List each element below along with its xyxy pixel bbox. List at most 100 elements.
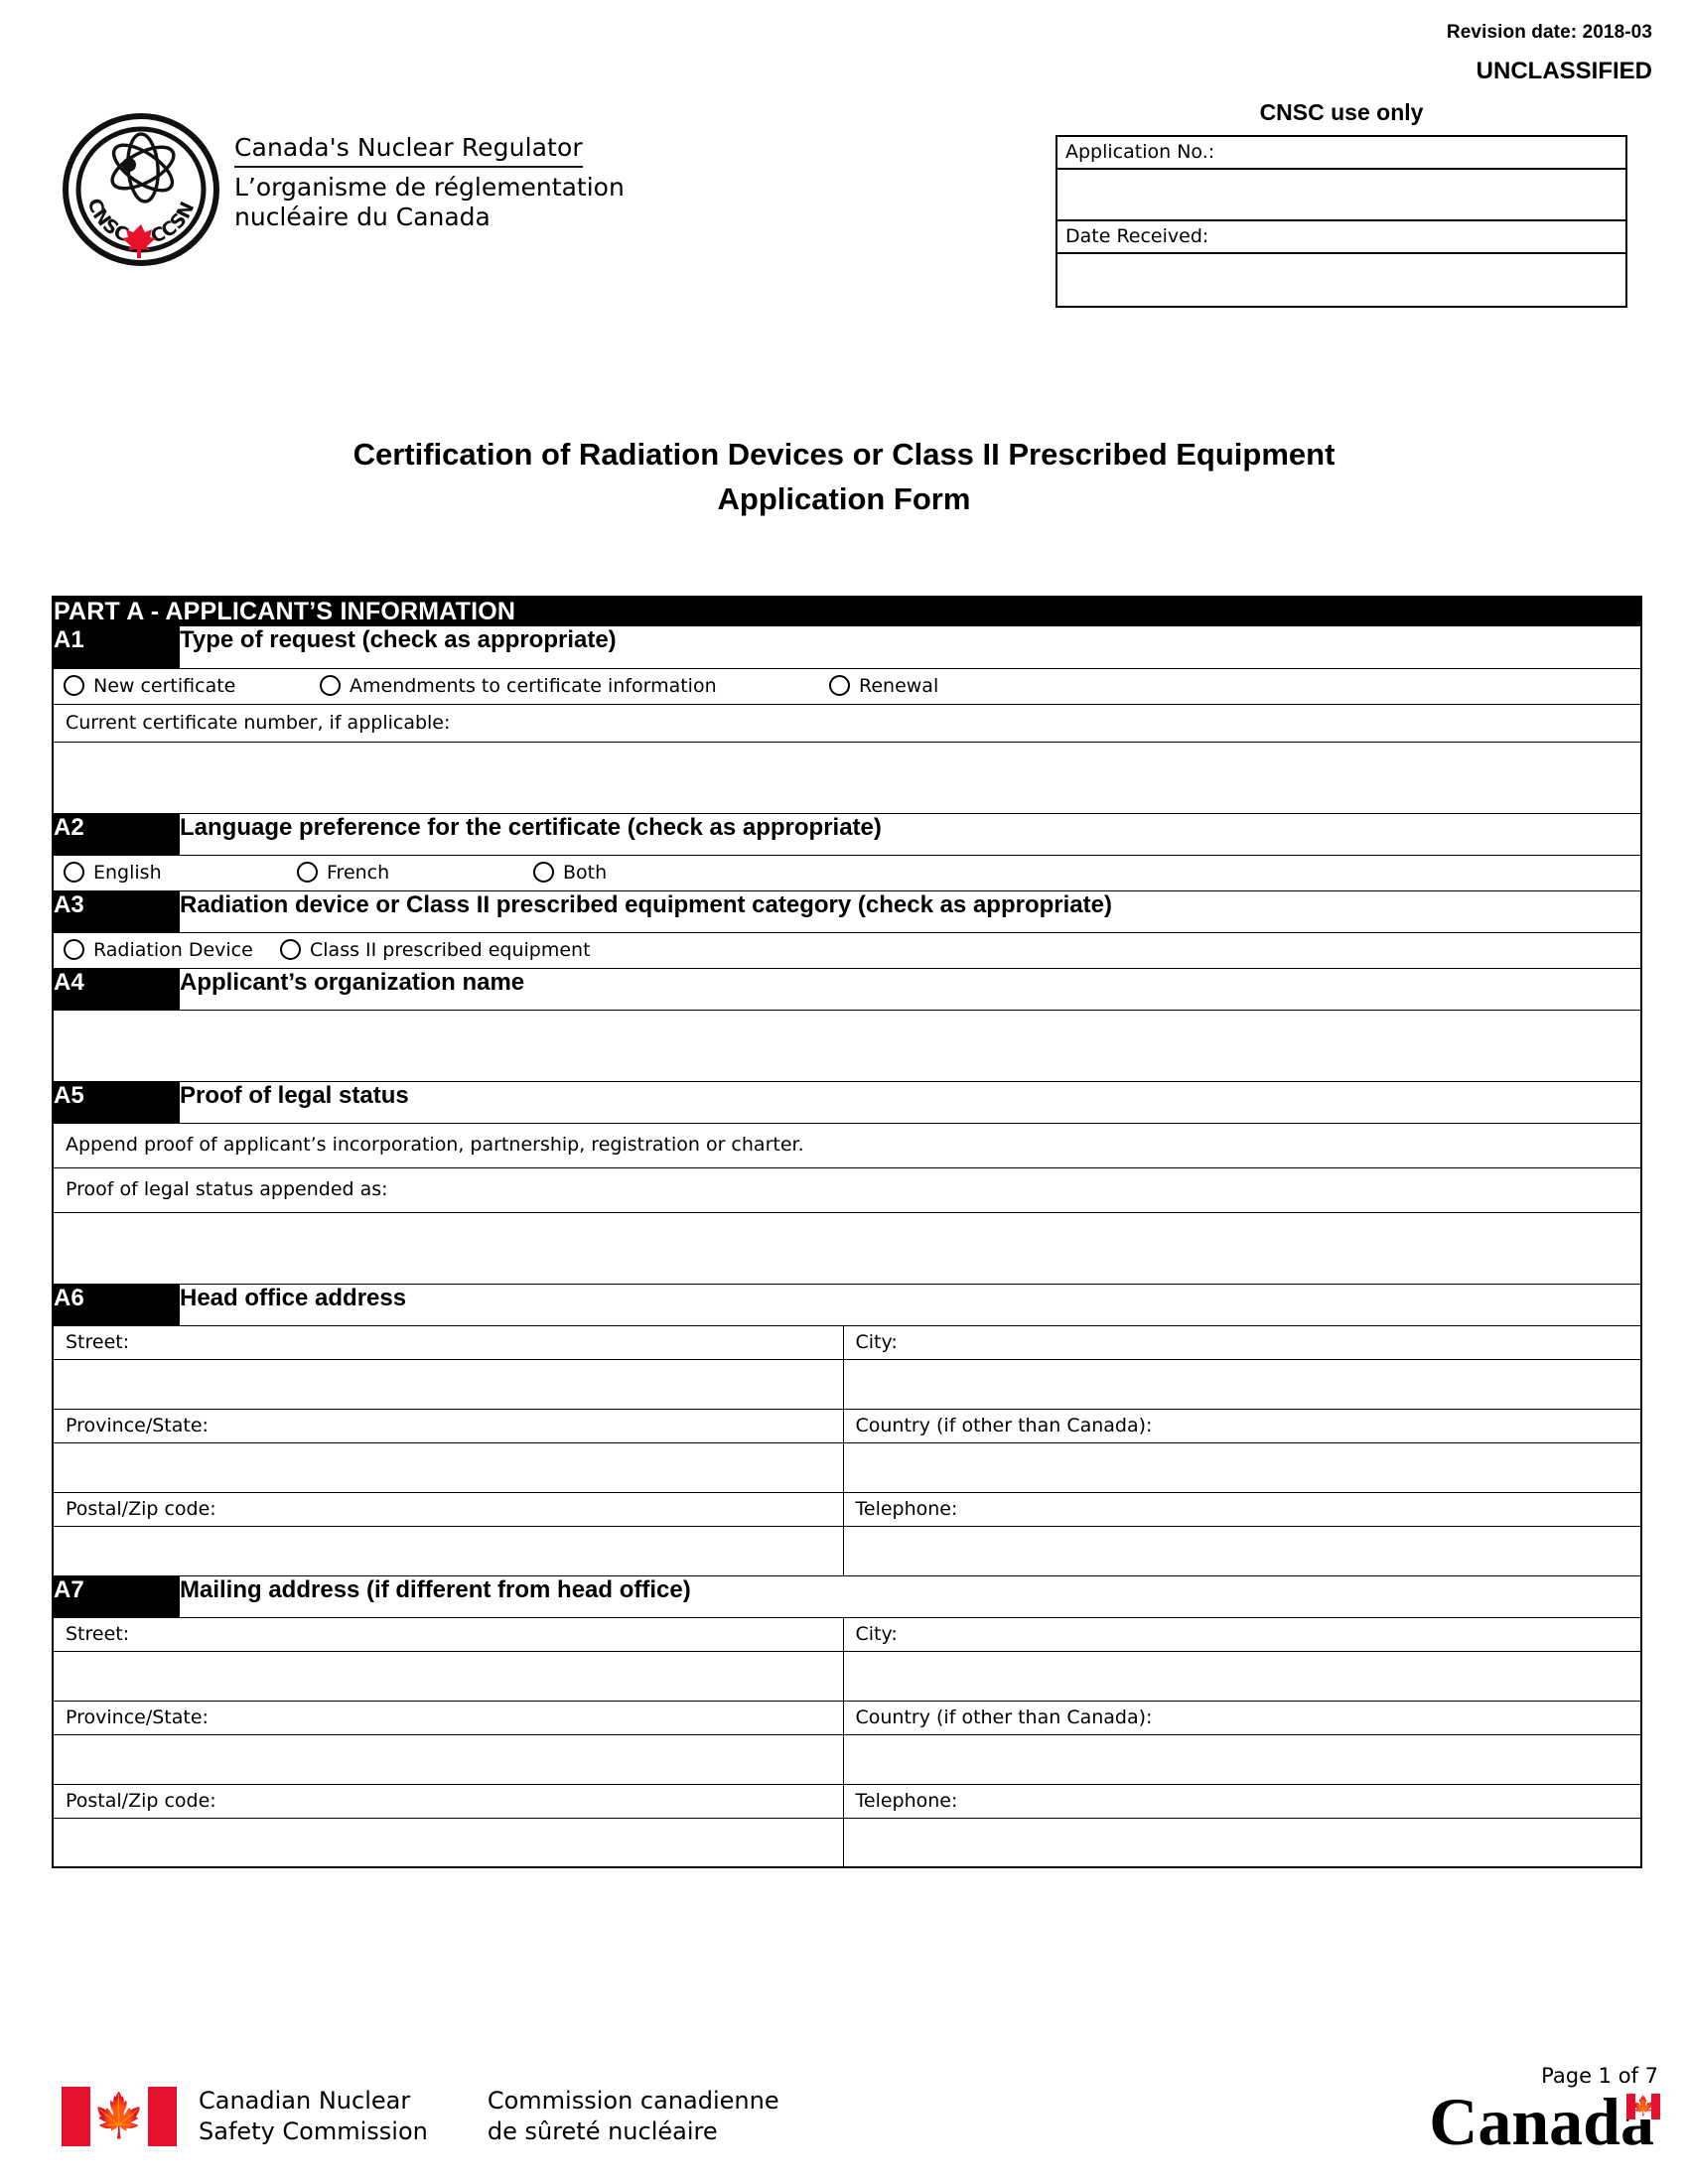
logo-tagline-fr-line1: L’organisme de réglementation xyxy=(234,173,625,202)
a5-note: Append proof of applicant’s incorporatio… xyxy=(52,1122,1642,1168)
a2-option-french[interactable]: French xyxy=(297,862,533,884)
section-a3-header-row: A3 Radiation device or Class II prescrib… xyxy=(53,890,1641,932)
a6-street-field[interactable] xyxy=(52,1358,844,1410)
a7-street-field[interactable] xyxy=(52,1650,844,1702)
section-code-a4: A4 xyxy=(53,968,180,1010)
a6-province-country-label-row: Province/State: Country (if other than C… xyxy=(52,1408,1642,1443)
canada-wordmark-text: Canada xyxy=(1429,2084,1654,2160)
cnsc-use-only-box: Application No.: Date Received: xyxy=(1055,135,1627,308)
a6-country-label: Country (if other than Canada): xyxy=(842,1408,1642,1443)
a7-postal-label: Postal/Zip code: xyxy=(52,1783,844,1819)
radio-icon[interactable] xyxy=(320,675,341,696)
radio-icon[interactable] xyxy=(533,862,554,883)
section-title-a7: Mailing address (if different from head … xyxy=(180,1575,691,1603)
a3-option-class-ii[interactable]: Class II prescribed equipment xyxy=(280,939,591,961)
a7-province-field[interactable] xyxy=(52,1733,844,1785)
a6-postal-telephone-field-row xyxy=(52,1525,1642,1576)
a7-country-field[interactable] xyxy=(842,1733,1642,1785)
a6-street-label: Street: xyxy=(52,1324,844,1360)
radio-icon[interactable] xyxy=(280,939,301,960)
a7-telephone-field[interactable] xyxy=(842,1817,1642,1868)
a7-postal-telephone-field-row xyxy=(52,1817,1642,1868)
a2-option-both[interactable]: Both xyxy=(533,862,607,884)
a1-option-renewal[interactable]: Renewal xyxy=(829,675,938,697)
section-a2-header-row: A2 Language preference for the certifica… xyxy=(53,813,1641,855)
a7-postal-telephone-label-row: Postal/Zip code: Telephone: xyxy=(52,1783,1642,1819)
footer-org-en-line2: Safety Commission xyxy=(199,2117,428,2146)
a1-options-cell: New certificate Amendments to certificat… xyxy=(52,667,1642,705)
radio-icon[interactable] xyxy=(64,675,84,696)
radio-icon[interactable] xyxy=(829,675,850,696)
part-a-form-table: PART A - APPLICANT’S INFORMATION A1 Type… xyxy=(52,596,1643,1868)
part-a-header-row: PART A - APPLICANT’S INFORMATION xyxy=(53,597,1642,626)
section-title-a5: Proof of legal status xyxy=(180,1081,409,1109)
a6-postal-telephone-label-row: Postal/Zip code: Telephone: xyxy=(52,1491,1642,1527)
a5-appended-as-field[interactable] xyxy=(52,1211,1642,1285)
section-code-a5: A5 xyxy=(53,1081,180,1123)
footer-right: Page 1 of 7 Canada 🍁 xyxy=(1429,2064,1660,2155)
page-footer: 🍁 Canadian Nuclear Safety Commission Com… xyxy=(0,2005,1688,2184)
a7-street-city-field-row xyxy=(52,1650,1642,1702)
section-title-a3: Radiation device or Class II prescribed … xyxy=(180,890,1112,918)
footer-org-fr-line2: de sûreté nucléaire xyxy=(487,2117,718,2146)
cnsc-use-only-title: CNSC use only xyxy=(1259,99,1424,125)
page-title-line2: Application Form xyxy=(717,481,971,517)
a7-province-country-field-row xyxy=(52,1733,1642,1785)
a6-telephone-field[interactable] xyxy=(842,1525,1642,1576)
section-a4-header-row: A4 Applicant’s organization name xyxy=(53,968,1641,1010)
cnsc-use-only-block: CNSC use only Application No.: Date Rece… xyxy=(1055,99,1627,308)
a1-current-cert-label: Current certificate number, if applicabl… xyxy=(52,703,1642,743)
application-no-field[interactable] xyxy=(1057,170,1625,221)
a5-appended-as-label: Proof of legal status appended as: xyxy=(52,1166,1642,1213)
radio-icon[interactable] xyxy=(64,939,84,960)
classification-label: UNCLASSIFIED xyxy=(1476,58,1652,84)
radio-icon[interactable] xyxy=(64,862,84,883)
page-title-line1: Certification of Radiation Devices or Cl… xyxy=(352,437,1336,472)
a6-postal-field[interactable] xyxy=(52,1525,844,1576)
a6-city-field[interactable] xyxy=(842,1358,1642,1410)
a6-postal-label: Postal/Zip code: xyxy=(52,1491,844,1527)
a4-organization-name-row xyxy=(52,1009,1642,1082)
a6-province-field[interactable] xyxy=(52,1441,844,1493)
cnsc-ccsn-logo-icon: CNSC CCSN xyxy=(63,113,219,266)
cnsc-logo-lockup: CNSC CCSN Canada's Nuclear Regulator L’o… xyxy=(62,113,625,267)
section-a1-header-row: A1 Type of request (check as appropriate… xyxy=(53,626,1641,668)
a1-current-cert-field[interactable] xyxy=(52,741,1642,814)
section-a6-header-row: A6 Head office address xyxy=(53,1284,1641,1325)
a3-options-row: Radiation Device Class II prescribed equ… xyxy=(52,931,1642,969)
a4-organization-name-field[interactable] xyxy=(52,1009,1642,1082)
radio-icon[interactable] xyxy=(297,862,318,883)
a2-options-cell: English French Both xyxy=(52,854,1642,891)
a6-country-field[interactable] xyxy=(842,1441,1642,1493)
logo-tagline-en: Canada's Nuclear Regulator xyxy=(234,133,583,168)
a2-option-english[interactable]: English xyxy=(64,862,297,884)
a1-option-amendments[interactable]: Amendments to certificate information xyxy=(320,675,829,697)
a6-telephone-label: Telephone: xyxy=(842,1491,1642,1527)
footer-org-fr-line1: Commission canadienne xyxy=(487,2086,779,2115)
footer-org-en-line1: Canadian Nuclear xyxy=(199,2086,411,2115)
a5-sub-label-row: Proof of legal status appended as: xyxy=(52,1166,1642,1213)
date-received-field[interactable] xyxy=(1057,254,1625,306)
footer-org-en: Canadian Nuclear Safety Commission xyxy=(199,2086,428,2148)
a1-option-new-certificate[interactable]: New certificate xyxy=(64,675,320,697)
a7-city-field[interactable] xyxy=(842,1650,1642,1702)
section-title-a1: Type of request (check as appropriate) xyxy=(180,626,617,653)
a7-street-label: Street: xyxy=(52,1616,844,1652)
a1-options-row: New certificate Amendments to certificat… xyxy=(52,667,1642,705)
section-title-a4: Applicant’s organization name xyxy=(180,968,525,996)
a5-note-row: Append proof of applicant’s incorporatio… xyxy=(52,1122,1642,1168)
section-code-a2: A2 xyxy=(53,813,180,855)
a7-city-label: City: xyxy=(842,1616,1642,1652)
a7-province-label: Province/State: xyxy=(52,1700,844,1735)
section-code-a7: A7 xyxy=(53,1575,180,1617)
a1-current-cert-label-row: Current certificate number, if applicabl… xyxy=(52,703,1642,743)
section-code-a1: A1 xyxy=(53,626,180,668)
revision-date: Revision date: 2018-03 xyxy=(1446,22,1652,43)
a3-options-cell: Radiation Device Class II prescribed equ… xyxy=(52,931,1642,969)
footer-org-fr: Commission canadienne de sûreté nucléair… xyxy=(488,2086,779,2148)
canada-wordmark-flag-icon: 🍁 xyxy=(1626,2094,1660,2120)
a7-postal-field[interactable] xyxy=(52,1817,844,1868)
section-code-a6: A6 xyxy=(53,1284,180,1325)
a3-option-radiation-device[interactable]: Radiation Device xyxy=(64,939,280,961)
a1-current-cert-field-row xyxy=(52,741,1642,814)
